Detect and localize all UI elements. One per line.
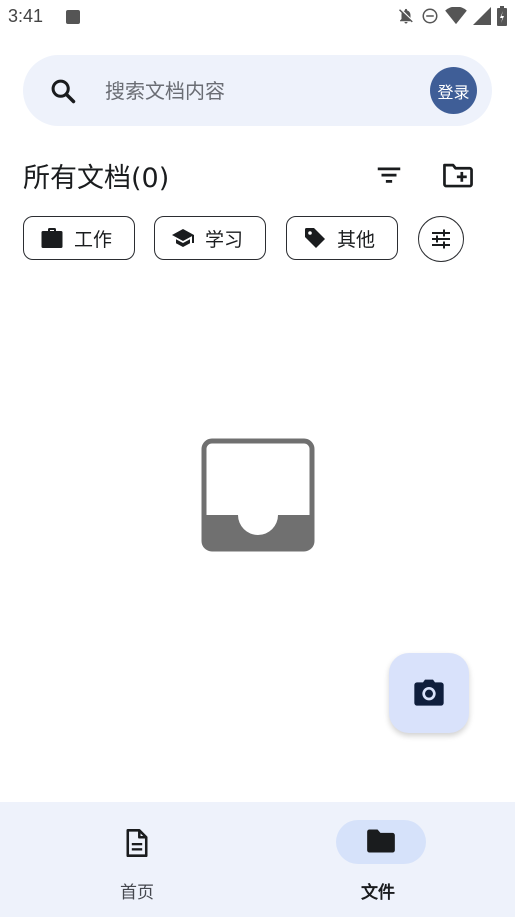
status-time: 3:41 [8, 6, 44, 26]
new-folder-button[interactable] [442, 160, 474, 190]
page-title: 所有文档(0) [23, 163, 170, 194]
do-not-disturb-icon [422, 8, 438, 24]
nav-label: 首页 [120, 883, 154, 903]
status-bar: 3:41 [0, 0, 515, 36]
create-new-folder-icon [443, 163, 473, 188]
chip-label: 工作 [74, 228, 113, 251]
document-icon [126, 829, 148, 857]
wifi-icon [445, 7, 467, 25]
chip-work[interactable]: 工作 [23, 216, 135, 260]
school-icon [172, 229, 194, 247]
folder-icon [367, 829, 395, 853]
battery-charging-icon [497, 6, 507, 26]
tune-icon [432, 229, 450, 249]
briefcase-icon [41, 228, 63, 248]
camera-icon [414, 679, 444, 706]
nav-item-files[interactable]: 文件 [308, 802, 448, 917]
login-button[interactable]: 登录 [430, 67, 477, 114]
filter-list-icon [377, 167, 401, 183]
notifications-off-icon [399, 8, 413, 24]
search-icon[interactable] [49, 77, 77, 105]
cellular-signal-icon [473, 7, 491, 25]
nav-item-home[interactable]: 首页 [67, 802, 207, 917]
filter-button[interactable] [374, 160, 404, 190]
status-icons [397, 6, 507, 26]
search-input[interactable] [103, 73, 407, 109]
chip-other[interactable]: 其他 [286, 216, 398, 260]
tag-icon [305, 228, 325, 248]
bottom-nav: 首页 文件 [0, 802, 515, 917]
search-bar[interactable]: 登录 [23, 55, 492, 126]
camera-scan-button[interactable] [389, 653, 469, 733]
chip-label: 学习 [205, 228, 244, 251]
app-notification-icon [66, 10, 80, 24]
empty-inbox-icon [201, 438, 315, 552]
chip-label: 其他 [337, 228, 376, 251]
filter-settings-button[interactable] [418, 216, 464, 262]
chip-study[interactable]: 学习 [154, 216, 266, 260]
nav-label: 文件 [361, 883, 395, 903]
